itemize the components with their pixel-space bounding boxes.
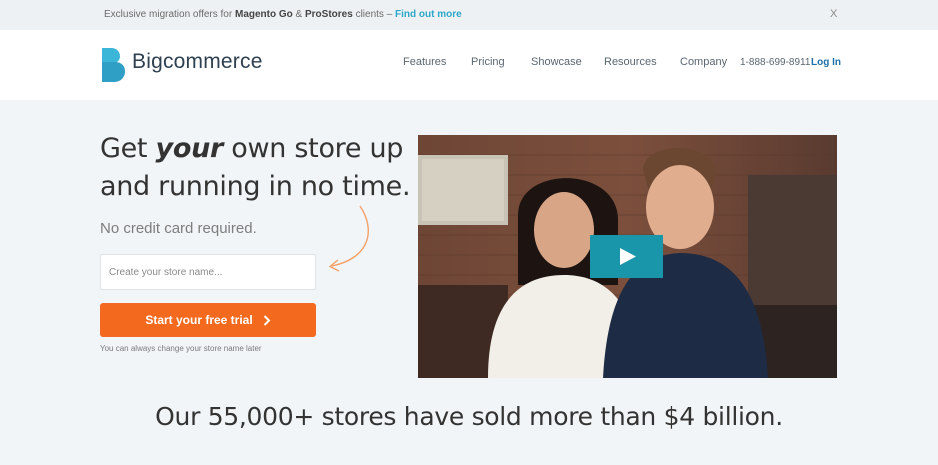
- store-name-hint: You can always change your store name la…: [100, 344, 262, 353]
- announcement-suffix: clients –: [352, 9, 396, 20]
- site-header: Bigcommerce Features Pricing Showcase Re…: [0, 30, 938, 100]
- bigcommerce-logo-icon[interactable]: [100, 48, 126, 82]
- cta-label: Start your free trial: [145, 313, 253, 327]
- hero-title: Get your own store up and running in no …: [100, 130, 411, 206]
- hero-subtitle: No credit card required.: [100, 220, 257, 237]
- nav-showcase[interactable]: Showcase: [531, 56, 582, 68]
- hero-title-line2: and running in no time.: [100, 171, 411, 202]
- chevron-right-icon: [263, 314, 271, 326]
- hero-title-pre: Get: [100, 133, 156, 164]
- stats-pre: Our: [155, 402, 208, 431]
- nav-pricing[interactable]: Pricing: [471, 56, 505, 68]
- stats-headline: Our 55,000+ stores have sold more than $…: [0, 402, 938, 431]
- find-out-more-link[interactable]: Find out more: [395, 9, 462, 20]
- announcement-text: Exclusive migration offers for Magento G…: [104, 9, 462, 20]
- nav-resources[interactable]: Resources: [604, 56, 657, 68]
- nav-company[interactable]: Company: [680, 56, 727, 68]
- play-icon[interactable]: [590, 235, 663, 278]
- announcement-prefix: Exclusive migration offers for: [104, 9, 235, 20]
- announcement-brand-prostores: ProStores: [305, 9, 353, 20]
- start-free-trial-button[interactable]: Start your free trial: [100, 303, 316, 337]
- stats-amount: $4 billion: [663, 402, 776, 431]
- phone-number[interactable]: 1-888-699-8911: [740, 57, 810, 68]
- announcement-amp: &: [292, 9, 305, 20]
- curved-arrow-icon: [328, 205, 369, 272]
- announcement-bar: Exclusive migration offers for Magento G…: [0, 0, 938, 30]
- close-icon[interactable]: X: [830, 8, 837, 20]
- nav-features[interactable]: Features: [403, 56, 446, 68]
- stats-store-count: 55,000+: [207, 402, 315, 431]
- hero-title-emphasis: your: [155, 133, 224, 164]
- brand-name[interactable]: Bigcommerce: [132, 50, 263, 74]
- stats-end: .: [775, 402, 783, 431]
- store-name-input[interactable]: [100, 254, 316, 290]
- login-link[interactable]: Log In: [811, 57, 841, 68]
- announcement-brand-magento: Magento Go: [234, 9, 293, 20]
- hero-title-post: own store up: [223, 133, 404, 164]
- stats-mid: stores have sold more than: [314, 402, 664, 431]
